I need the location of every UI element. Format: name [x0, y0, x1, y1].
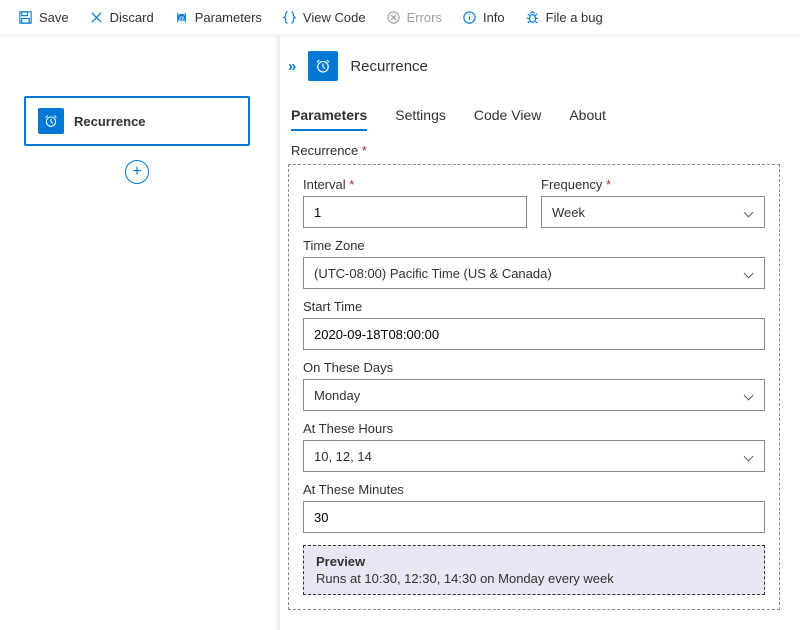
tab-about[interactable]: About — [569, 101, 606, 131]
info-icon — [462, 10, 477, 25]
chevron-down-icon — [744, 268, 754, 278]
starttime-label: Start Time — [303, 299, 765, 314]
frequency-select[interactable]: Week — [541, 196, 765, 228]
details-panel: » Recurrence Parameters Settings Code Vi… — [280, 36, 800, 630]
save-icon — [18, 10, 33, 25]
close-icon — [89, 10, 104, 25]
hours-select[interactable]: 10, 12, 14 — [303, 440, 765, 472]
timezone-label: Time Zone — [303, 238, 765, 253]
interval-input[interactable] — [303, 196, 527, 228]
chevron-down-icon — [744, 390, 754, 400]
info-button[interactable]: Info — [454, 6, 513, 29]
section-label-recurrence: Recurrence — [291, 143, 780, 158]
chevron-down-icon — [744, 207, 754, 217]
panel-title: Recurrence — [350, 58, 428, 75]
errors-button: Errors — [378, 6, 450, 29]
parameters-button[interactable]: @ Parameters — [166, 6, 270, 29]
parameters-icon: @ — [174, 10, 189, 25]
minutes-input[interactable] — [303, 501, 765, 533]
starttime-input[interactable] — [303, 318, 765, 350]
view-code-button[interactable]: View Code — [274, 6, 374, 29]
trigger-card-label: Recurrence — [74, 114, 146, 129]
file-bug-button[interactable]: File a bug — [517, 6, 611, 29]
trigger-card-recurrence[interactable]: Recurrence — [24, 96, 250, 146]
tab-code-view[interactable]: Code View — [474, 101, 541, 131]
days-label: On These Days — [303, 360, 765, 375]
discard-button[interactable]: Discard — [81, 6, 162, 29]
hours-label: At These Hours — [303, 421, 765, 436]
designer-canvas: Recurrence + — [0, 36, 280, 630]
preview-text: Runs at 10:30, 12:30, 14:30 on Monday ev… — [316, 571, 752, 586]
minutes-label: At These Minutes — [303, 482, 765, 497]
braces-icon — [282, 10, 297, 25]
clock-icon — [38, 108, 64, 134]
interval-label: Interval — [303, 177, 527, 192]
tab-settings[interactable]: Settings — [395, 101, 446, 131]
chevron-down-icon — [744, 451, 754, 461]
toolbar: Save Discard @ Parameters View Code Erro… — [0, 0, 800, 36]
save-button[interactable]: Save — [10, 6, 77, 29]
collapse-button[interactable]: » — [288, 58, 296, 75]
svg-text:@: @ — [178, 16, 184, 22]
add-step-button[interactable]: + — [125, 160, 149, 184]
tab-parameters[interactable]: Parameters — [291, 101, 367, 131]
panel-tabs: Parameters Settings Code View About — [291, 101, 780, 131]
preview-box: Preview Runs at 10:30, 12:30, 14:30 on M… — [303, 545, 765, 595]
error-icon — [386, 10, 401, 25]
days-select[interactable]: Monday — [303, 379, 765, 411]
clock-icon — [308, 51, 338, 81]
preview-title: Preview — [316, 554, 752, 569]
timezone-select[interactable]: (UTC-08:00) Pacific Time (US & Canada) — [303, 257, 765, 289]
bug-icon — [525, 10, 540, 25]
recurrence-fieldset: Interval Frequency Week Time Zone (UTC-0… — [288, 164, 780, 610]
frequency-label: Frequency — [541, 177, 765, 192]
